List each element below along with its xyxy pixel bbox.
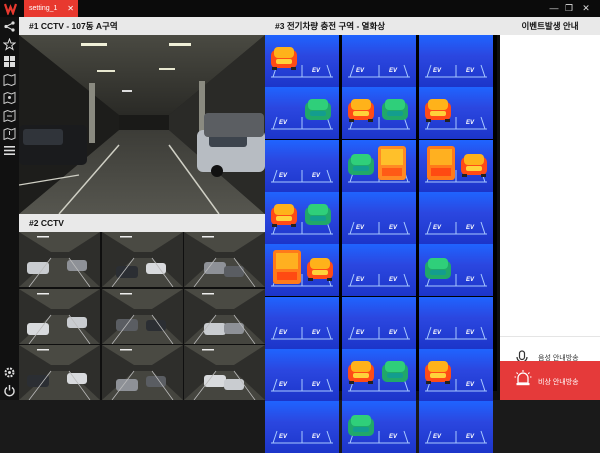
ev-label: EV bbox=[312, 381, 321, 388]
cctv-thumbnail[interactable] bbox=[184, 345, 265, 400]
map-pin-icon[interactable] bbox=[3, 91, 16, 104]
ev-label: EV bbox=[389, 329, 398, 336]
sidebar bbox=[0, 17, 19, 400]
thermal-grid: EV EV EV EV EV EV EV EV EV EV EV EV EV EV EV EV EV EV EV EV… bbox=[265, 35, 497, 453]
ev-label: EV bbox=[466, 434, 475, 441]
thermal-bay[interactable] bbox=[342, 139, 416, 192]
cctv-thumbnail[interactable] bbox=[19, 288, 100, 344]
ev-label: EV bbox=[466, 224, 475, 231]
emergency-button-label: 비상 안내방송 bbox=[538, 379, 579, 386]
emergency-announcement-button[interactable]: 비상 안내방송 bbox=[500, 361, 600, 400]
ev-label: EV bbox=[433, 224, 442, 231]
ev-label: EV bbox=[356, 329, 365, 336]
gear-icon[interactable] bbox=[3, 366, 16, 379]
thermal-bay[interactable] bbox=[265, 191, 339, 244]
restore-button[interactable]: ❐ bbox=[563, 3, 575, 14]
ev-label: EV bbox=[433, 329, 442, 336]
cctv-thumbnail[interactable] bbox=[184, 232, 265, 287]
tab-label: setting_1 bbox=[29, 5, 58, 12]
ev-label: EV bbox=[279, 172, 288, 179]
cctv-grid bbox=[19, 232, 265, 400]
thermal-bay[interactable]: EV bbox=[419, 87, 493, 140]
thermal-bay[interactable]: EV bbox=[265, 87, 339, 140]
ev-label: EV bbox=[389, 277, 398, 284]
ev-label: EV bbox=[312, 172, 321, 179]
thermal-bay[interactable] bbox=[419, 139, 493, 192]
thermal-bay[interactable]: EV bbox=[342, 401, 416, 453]
power-icon[interactable] bbox=[3, 384, 16, 397]
thermal-bay[interactable]: EV EV bbox=[419, 296, 493, 349]
cctv-thumbnail[interactable] bbox=[101, 288, 183, 344]
thermal-bay[interactable]: EV bbox=[419, 244, 493, 297]
panel-title: #1 CCTV - 107동 A구역 bbox=[19, 17, 265, 35]
thermal-bay[interactable]: EV EV bbox=[265, 296, 339, 349]
thermal-bay[interactable]: EV EV bbox=[419, 35, 493, 87]
thermal-bay[interactable]: EV EV bbox=[419, 191, 493, 244]
cctv-thumbnail[interactable] bbox=[19, 232, 100, 287]
grid-icon[interactable] bbox=[3, 55, 16, 68]
ev-label: EV bbox=[279, 434, 288, 441]
thermal-panel: #3 전기차량 충전 구역 - 열화상 EV EV EV EV EV EV EV EV EV EV… bbox=[265, 17, 500, 453]
siren-icon bbox=[514, 370, 532, 386]
panel-title: #2 CCTV bbox=[19, 214, 265, 232]
thermal-bay[interactable]: EV EV bbox=[342, 191, 416, 244]
cctv-thumbnail[interactable] bbox=[101, 345, 183, 400]
ev-label: EV bbox=[356, 224, 365, 231]
ev-label: EV bbox=[312, 434, 321, 441]
ev-label: EV bbox=[389, 434, 398, 441]
list-icon[interactable] bbox=[3, 144, 16, 157]
star-icon[interactable] bbox=[3, 38, 16, 51]
thermal-bay[interactable] bbox=[342, 87, 416, 140]
thermal-bay[interactable]: EV EV bbox=[342, 244, 416, 297]
map-alert-icon[interactable] bbox=[3, 127, 16, 140]
ev-label: EV bbox=[466, 68, 475, 74]
cctv-thumbnail[interactable] bbox=[101, 232, 183, 287]
cctv-grid-panel: #2 CCTV bbox=[19, 214, 265, 400]
thermal-bay[interactable] bbox=[265, 244, 339, 297]
cctv-main-feed[interactable] bbox=[19, 35, 265, 214]
ev-label: EV bbox=[466, 381, 475, 388]
cctv-main-panel: #1 CCTV - 107동 A구역 bbox=[19, 17, 265, 214]
ev-label: EV bbox=[279, 120, 288, 127]
ev-label: EV bbox=[389, 68, 398, 74]
ev-label: EV bbox=[466, 277, 475, 284]
event-panel-title: 이벤트발생 안내 bbox=[500, 17, 600, 35]
ev-label: EV bbox=[312, 68, 321, 74]
title-bar: setting_1 ✕ — ❐ ✕ bbox=[0, 0, 600, 17]
thermal-bay[interactable]: EV bbox=[265, 35, 339, 87]
ev-label: EV bbox=[312, 329, 321, 336]
ev-label: EV bbox=[279, 381, 288, 388]
thermal-bay[interactable]: EV EV bbox=[342, 296, 416, 349]
app-logo-icon bbox=[4, 3, 17, 15]
cctv-thumbnail[interactable] bbox=[184, 288, 265, 344]
close-button[interactable]: ✕ bbox=[580, 3, 592, 14]
tab-setting-1[interactable]: setting_1 ✕ bbox=[24, 0, 78, 17]
thermal-bay[interactable]: EV EV bbox=[265, 401, 339, 453]
thermal-bay[interactable]: EV EV bbox=[265, 348, 339, 401]
minimize-button[interactable]: — bbox=[548, 3, 560, 14]
map-layers-icon[interactable] bbox=[3, 109, 16, 122]
thermal-bay[interactable]: EV EV bbox=[342, 35, 416, 87]
ev-label: EV bbox=[279, 329, 288, 336]
ev-label: EV bbox=[389, 224, 398, 231]
ev-label: EV bbox=[466, 120, 475, 127]
thermal-bay[interactable]: EV EV bbox=[265, 139, 339, 192]
ev-label: EV bbox=[356, 68, 365, 74]
ev-label: EV bbox=[433, 434, 442, 441]
map-icon[interactable] bbox=[3, 73, 16, 86]
panel-title: #3 전기차량 충전 구역 - 열화상 bbox=[265, 17, 500, 35]
ev-label: EV bbox=[466, 329, 475, 336]
cctv-thumbnail[interactable] bbox=[19, 345, 100, 400]
ev-label: EV bbox=[433, 68, 442, 74]
thermal-bay[interactable]: EV bbox=[419, 348, 493, 401]
thermal-bay[interactable] bbox=[342, 348, 416, 401]
tab-close-icon[interactable]: ✕ bbox=[67, 0, 74, 17]
thermal-bay[interactable]: EV EV bbox=[419, 401, 493, 453]
ev-label: EV bbox=[356, 277, 365, 284]
event-panel: 이벤트발생 안내 음성 안내방송 비상 안내방송 bbox=[500, 17, 600, 400]
share-icon[interactable] bbox=[3, 20, 16, 33]
